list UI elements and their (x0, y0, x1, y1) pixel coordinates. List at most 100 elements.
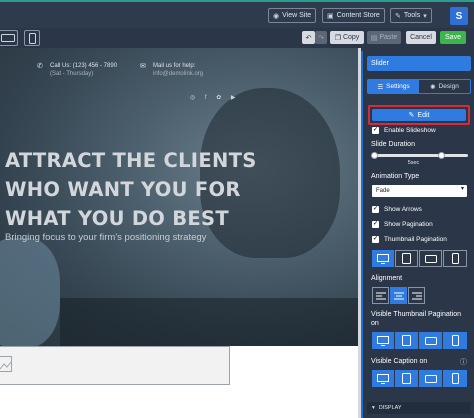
thumbnail-pagination-checkbox[interactable]: ✓ Thumbnail Pagination (372, 234, 447, 244)
visible-caption-label: Visible Caption on (371, 358, 428, 365)
page-canvas: ✆ Call Us: (123) 456 - 7890 (Sat - Thurs… (0, 48, 360, 418)
tablet-landscape-icon (424, 254, 437, 263)
slide-duration-slider[interactable] (371, 152, 468, 159)
device-mobile-button[interactable] (443, 370, 467, 387)
help-icon[interactable]: ⓘ (460, 357, 467, 367)
content-store-button[interactable]: ▣ Content Store (322, 8, 385, 23)
tablet-icon (402, 335, 411, 346)
enable-slideshow-checkbox[interactable]: ✓ Enable Slideshow (372, 125, 436, 135)
alignment-label: Alignment (371, 275, 403, 282)
check-icon: ✓ (372, 235, 379, 243)
check-icon: ✓ (372, 205, 379, 213)
desktop-icon (377, 253, 389, 264)
device-desktop-button[interactable] (372, 370, 394, 387)
hero-tagline: Bringing focus to your firm's positionin… (5, 232, 207, 243)
undo-button[interactable]: ↶ (302, 31, 315, 44)
mobile-icon (29, 33, 36, 44)
phone-label: Call Us: (123) 456 - 7890 (50, 63, 118, 69)
phone-icon: ✆ (37, 63, 43, 70)
background-shadow (60, 298, 360, 346)
thumbnail-pagination-label: Thumbnail Pagination (384, 235, 447, 243)
show-arrows-checkbox[interactable]: ✓ Show Arrows (372, 204, 422, 214)
display-section-toggle[interactable]: ▾ DISPLAY (367, 402, 471, 414)
paste-button[interactable]: ▤ Paste (367, 31, 401, 44)
content-store-label: Content Store (336, 12, 380, 19)
paste-icon: ▤ (370, 34, 378, 42)
animation-type-select[interactable]: Fade ▾ (372, 185, 467, 197)
slider-thumb[interactable] (437, 152, 445, 159)
copy-button[interactable]: ❐ Copy (330, 31, 364, 44)
device-tablet-landscape-button[interactable] (419, 370, 442, 387)
align-center-button[interactable] (390, 287, 407, 304)
mobile-view-button[interactable] (24, 30, 40, 46)
check-icon: ✓ (372, 220, 379, 228)
contact-mail: ✉ Mail us for help: info@demolink.org (140, 62, 203, 78)
device-mobile-button[interactable] (443, 332, 467, 349)
pagination-device-group (372, 250, 467, 267)
animation-type-label: Animation Type (371, 173, 420, 180)
device-tablet-landscape-button[interactable] (419, 250, 442, 267)
copy-icon: ❐ (334, 34, 341, 42)
image-icon (0, 356, 12, 372)
show-arrows-label: Show Arrows (384, 205, 422, 213)
top-bar: ◉ View Site ▣ Content Store ✎ Tools ▾ S (0, 0, 474, 28)
tab-settings[interactable]: ☰ Settings (368, 80, 419, 93)
mobile-icon (451, 373, 459, 384)
enable-slideshow-label: Enable Slideshow (384, 126, 436, 134)
slide-duration-label: Slide Duration (371, 141, 415, 148)
wrench-icon: ✎ (395, 12, 401, 20)
view-site-button[interactable]: ◉ View Site (268, 8, 317, 23)
mail-address[interactable]: info@demolink.org (153, 70, 203, 78)
device-desktop-button[interactable] (372, 332, 394, 349)
desktop-icon (377, 373, 389, 384)
phone-hours: (Sat - Thursday) (50, 71, 94, 77)
device-tablet-button[interactable] (395, 370, 418, 387)
headline-line-2: WHO WANT YOU FOR (5, 178, 241, 201)
align-left-icon (375, 292, 386, 299)
device-tablet-landscape-button[interactable] (419, 332, 442, 349)
align-right-button[interactable] (408, 287, 425, 304)
chevron-down-icon: ▾ (372, 405, 375, 411)
mobile-icon (451, 335, 459, 346)
paste-label: Paste (379, 34, 398, 41)
panel-title: Slider (367, 56, 471, 71)
redo-icon: ↷ (318, 34, 324, 42)
desktop-icon (377, 335, 389, 346)
pencil-icon: ✎ (408, 112, 415, 119)
tablet-icon (402, 253, 411, 264)
settings-panel: Slider ☰ Settings ✺ Design ✎ Edit ✓ Enab… (361, 51, 472, 418)
mail-label: Mail us for help: (153, 63, 196, 69)
image-placeholder[interactable] (0, 346, 230, 385)
avatar[interactable]: S (450, 7, 468, 25)
device-desktop-button[interactable] (372, 250, 394, 267)
align-right-icon (411, 292, 422, 299)
device-mobile-button[interactable] (443, 250, 467, 267)
tablet-icon (402, 373, 411, 384)
social-icons[interactable]: ◎ f ✿ ▶ (190, 94, 240, 101)
tablet-landscape-icon (1, 34, 15, 42)
device-tablet-button[interactable] (395, 332, 418, 349)
animation-type-value: Fade (376, 188, 390, 194)
slider-min-handle (371, 152, 378, 159)
tablet-landscape-icon (424, 374, 437, 383)
check-icon: ✓ (372, 126, 379, 134)
edit-button[interactable]: ✎ Edit (372, 109, 466, 121)
tab-design[interactable]: ✺ Design (419, 80, 470, 93)
redo-button[interactable]: ↷ (315, 31, 327, 44)
thumbnail-device-group (372, 332, 467, 349)
save-button[interactable]: Save (440, 31, 466, 44)
tools-label: Tools (403, 12, 421, 19)
tab-settings-label: Settings (386, 83, 410, 90)
palette-icon: ✺ (430, 83, 436, 91)
device-tablet-button[interactable] (395, 250, 418, 267)
edit-label: Edit (417, 111, 430, 119)
cancel-button[interactable]: Cancel (406, 31, 436, 44)
tools-button[interactable]: ✎ Tools ▾ (390, 8, 432, 23)
hero-slide[interactable]: ✆ Call Us: (123) 456 - 7890 (Sat - Thurs… (0, 48, 360, 346)
align-left-button[interactable] (372, 287, 389, 304)
edit-highlight: ✎ Edit (368, 105, 470, 125)
visible-thumbnail-pagination-label: Visible Thumbnail Pagination on (371, 311, 462, 327)
show-pagination-checkbox[interactable]: ✓ Show Pagination (372, 219, 433, 229)
tablet-landscape-view-button[interactable] (0, 30, 18, 46)
contact-phone: ✆ Call Us: (123) 456 - 7890 (Sat - Thurs… (37, 62, 118, 78)
